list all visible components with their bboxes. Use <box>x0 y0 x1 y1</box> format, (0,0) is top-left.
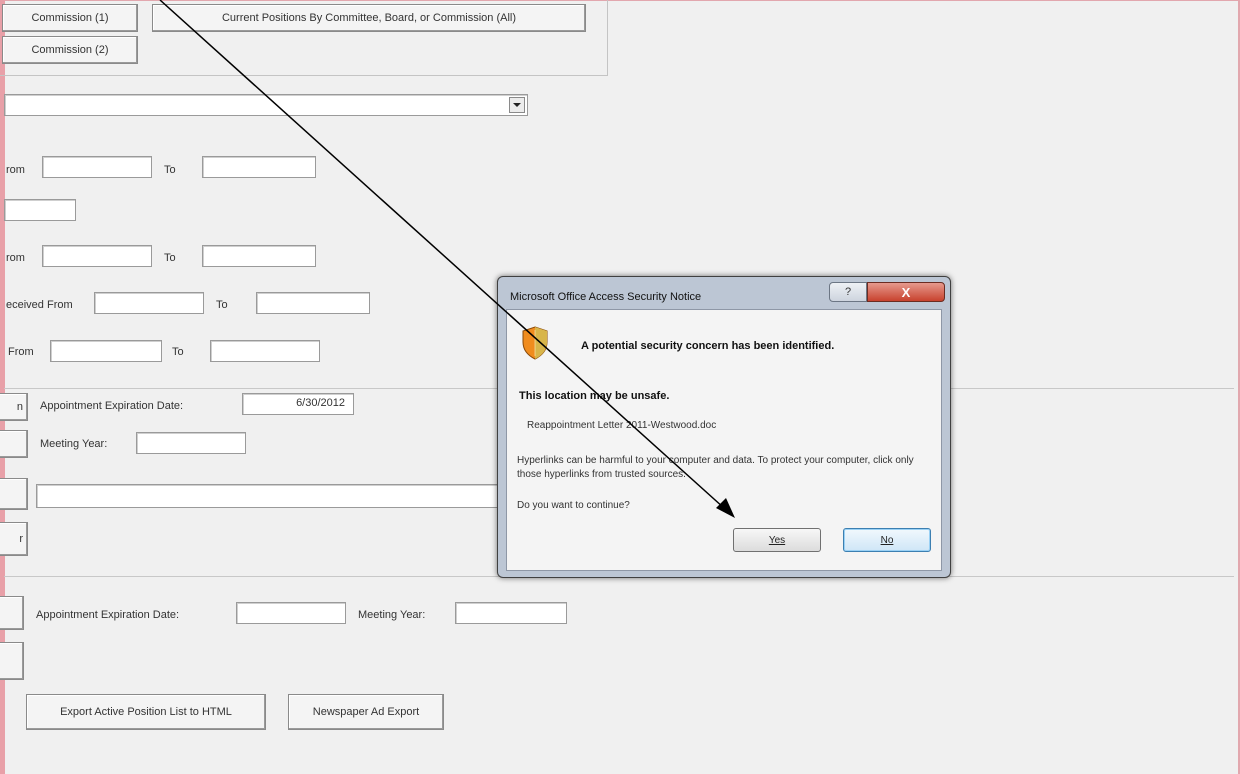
arrow-line <box>159 0 725 509</box>
arrow-head <box>716 498 735 518</box>
arrow-annotation <box>159 0 735 518</box>
